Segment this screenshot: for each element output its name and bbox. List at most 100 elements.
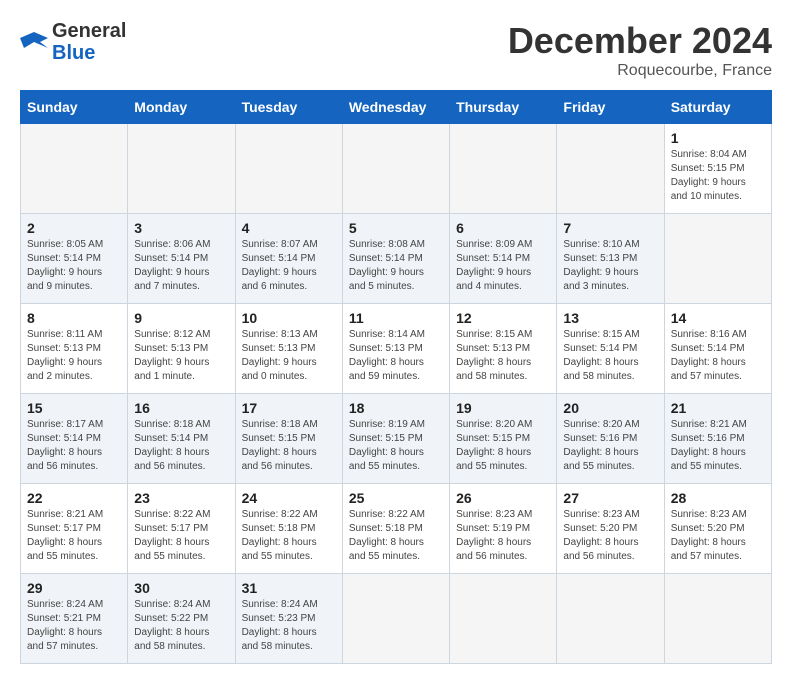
- day-cell: [128, 124, 235, 214]
- day-info: Sunrise: 8:23 AM Sunset: 5:20 PM Dayligh…: [563, 508, 657, 564]
- day-info: Sunrise: 8:04 AM Sunset: 5:15 PM Dayligh…: [671, 148, 765, 204]
- logo-wrap: General Blue: [20, 20, 126, 64]
- day-cell: 25 Sunrise: 8:22 AM Sunset: 5:18 PM Dayl…: [342, 484, 449, 574]
- day-info: Sunrise: 8:22 AM Sunset: 5:18 PM Dayligh…: [349, 508, 443, 564]
- day-cell: 10 Sunrise: 8:13 AM Sunset: 5:13 PM Dayl…: [235, 304, 342, 394]
- header-tuesday: Tuesday: [235, 91, 342, 124]
- location: Roquecourbe, France: [508, 62, 772, 80]
- day-cell: 11 Sunrise: 8:14 AM Sunset: 5:13 PM Dayl…: [342, 304, 449, 394]
- day-number: 21: [671, 400, 765, 416]
- day-number: 3: [134, 220, 228, 236]
- header-thursday: Thursday: [450, 91, 557, 124]
- day-cell: 17 Sunrise: 8:18 AM Sunset: 5:15 PM Dayl…: [235, 394, 342, 484]
- day-info: Sunrise: 8:06 AM Sunset: 5:14 PM Dayligh…: [134, 238, 228, 294]
- day-info: Sunrise: 8:18 AM Sunset: 5:15 PM Dayligh…: [242, 418, 336, 474]
- day-info: Sunrise: 8:09 AM Sunset: 5:14 PM Dayligh…: [456, 238, 550, 294]
- day-cell: 19 Sunrise: 8:20 AM Sunset: 5:15 PM Dayl…: [450, 394, 557, 484]
- header-friday: Friday: [557, 91, 664, 124]
- day-cell: [664, 574, 771, 664]
- day-number: 20: [563, 400, 657, 416]
- day-cell: 15 Sunrise: 8:17 AM Sunset: 5:14 PM Dayl…: [21, 394, 128, 484]
- day-info: Sunrise: 8:11 AM Sunset: 5:13 PM Dayligh…: [27, 328, 121, 384]
- day-number: 17: [242, 400, 336, 416]
- day-info: Sunrise: 8:12 AM Sunset: 5:13 PM Dayligh…: [134, 328, 228, 384]
- week-row-2: 8 Sunrise: 8:11 AM Sunset: 5:13 PM Dayli…: [21, 304, 772, 394]
- day-cell: 31 Sunrise: 8:24 AM Sunset: 5:23 PM Dayl…: [235, 574, 342, 664]
- logo-general-text: General: [52, 20, 126, 42]
- week-row-0: 1 Sunrise: 8:04 AM Sunset: 5:15 PM Dayli…: [21, 124, 772, 214]
- day-cell: 7 Sunrise: 8:10 AM Sunset: 5:13 PM Dayli…: [557, 214, 664, 304]
- day-cell: 8 Sunrise: 8:11 AM Sunset: 5:13 PM Dayli…: [21, 304, 128, 394]
- day-info: Sunrise: 8:24 AM Sunset: 5:23 PM Dayligh…: [242, 598, 336, 654]
- week-row-4: 22 Sunrise: 8:21 AM Sunset: 5:17 PM Dayl…: [21, 484, 772, 574]
- day-number: 11: [349, 310, 443, 326]
- day-number: 9: [134, 310, 228, 326]
- logo-bird-icon: [20, 28, 48, 56]
- day-number: 8: [27, 310, 121, 326]
- day-cell: 16 Sunrise: 8:18 AM Sunset: 5:14 PM Dayl…: [128, 394, 235, 484]
- day-number: 6: [456, 220, 550, 236]
- day-number: 2: [27, 220, 121, 236]
- week-row-1: 2 Sunrise: 8:05 AM Sunset: 5:14 PM Dayli…: [21, 214, 772, 304]
- header-wednesday: Wednesday: [342, 91, 449, 124]
- day-info: Sunrise: 8:05 AM Sunset: 5:14 PM Dayligh…: [27, 238, 121, 294]
- day-number: 31: [242, 580, 336, 596]
- day-info: Sunrise: 8:18 AM Sunset: 5:14 PM Dayligh…: [134, 418, 228, 474]
- day-cell: 13 Sunrise: 8:15 AM Sunset: 5:14 PM Dayl…: [557, 304, 664, 394]
- logo-blue-text: Blue: [52, 42, 126, 64]
- header: General Blue December 2024 Roquecourbe, …: [20, 20, 772, 80]
- day-cell: 20 Sunrise: 8:20 AM Sunset: 5:16 PM Dayl…: [557, 394, 664, 484]
- day-number: 5: [349, 220, 443, 236]
- day-cell: [235, 124, 342, 214]
- day-cell: 26 Sunrise: 8:23 AM Sunset: 5:19 PM Dayl…: [450, 484, 557, 574]
- day-number: 7: [563, 220, 657, 236]
- day-number: 22: [27, 490, 121, 506]
- header-row: SundayMondayTuesdayWednesdayThursdayFrid…: [21, 91, 772, 124]
- day-cell: [450, 124, 557, 214]
- day-number: 14: [671, 310, 765, 326]
- day-info: Sunrise: 8:16 AM Sunset: 5:14 PM Dayligh…: [671, 328, 765, 384]
- day-cell: 29 Sunrise: 8:24 AM Sunset: 5:21 PM Dayl…: [21, 574, 128, 664]
- day-number: 23: [134, 490, 228, 506]
- day-info: Sunrise: 8:24 AM Sunset: 5:21 PM Dayligh…: [27, 598, 121, 654]
- day-cell: 23 Sunrise: 8:22 AM Sunset: 5:17 PM Dayl…: [128, 484, 235, 574]
- day-cell: 30 Sunrise: 8:24 AM Sunset: 5:22 PM Dayl…: [128, 574, 235, 664]
- day-cell: 3 Sunrise: 8:06 AM Sunset: 5:14 PM Dayli…: [128, 214, 235, 304]
- day-number: 29: [27, 580, 121, 596]
- day-number: 18: [349, 400, 443, 416]
- day-number: 15: [27, 400, 121, 416]
- day-info: Sunrise: 8:15 AM Sunset: 5:14 PM Dayligh…: [563, 328, 657, 384]
- day-cell: [664, 214, 771, 304]
- day-info: Sunrise: 8:14 AM Sunset: 5:13 PM Dayligh…: [349, 328, 443, 384]
- day-cell: 4 Sunrise: 8:07 AM Sunset: 5:14 PM Dayli…: [235, 214, 342, 304]
- day-info: Sunrise: 8:17 AM Sunset: 5:14 PM Dayligh…: [27, 418, 121, 474]
- header-saturday: Saturday: [664, 91, 771, 124]
- day-info: Sunrise: 8:23 AM Sunset: 5:19 PM Dayligh…: [456, 508, 550, 564]
- day-cell: 24 Sunrise: 8:22 AM Sunset: 5:18 PM Dayl…: [235, 484, 342, 574]
- day-cell: 1 Sunrise: 8:04 AM Sunset: 5:15 PM Dayli…: [664, 124, 771, 214]
- day-cell: 18 Sunrise: 8:19 AM Sunset: 5:15 PM Dayl…: [342, 394, 449, 484]
- day-info: Sunrise: 8:21 AM Sunset: 5:16 PM Dayligh…: [671, 418, 765, 474]
- day-cell: 21 Sunrise: 8:21 AM Sunset: 5:16 PM Dayl…: [664, 394, 771, 484]
- day-number: 19: [456, 400, 550, 416]
- day-info: Sunrise: 8:10 AM Sunset: 5:13 PM Dayligh…: [563, 238, 657, 294]
- day-info: Sunrise: 8:22 AM Sunset: 5:17 PM Dayligh…: [134, 508, 228, 564]
- header-sunday: Sunday: [21, 91, 128, 124]
- day-info: Sunrise: 8:24 AM Sunset: 5:22 PM Dayligh…: [134, 598, 228, 654]
- day-cell: [21, 124, 128, 214]
- day-cell: 9 Sunrise: 8:12 AM Sunset: 5:13 PM Dayli…: [128, 304, 235, 394]
- day-number: 1: [671, 130, 765, 146]
- title-block: December 2024 Roquecourbe, France: [508, 20, 772, 80]
- day-number: 27: [563, 490, 657, 506]
- day-info: Sunrise: 8:13 AM Sunset: 5:13 PM Dayligh…: [242, 328, 336, 384]
- day-info: Sunrise: 8:20 AM Sunset: 5:16 PM Dayligh…: [563, 418, 657, 474]
- day-info: Sunrise: 8:22 AM Sunset: 5:18 PM Dayligh…: [242, 508, 336, 564]
- day-info: Sunrise: 8:07 AM Sunset: 5:14 PM Dayligh…: [242, 238, 336, 294]
- day-number: 10: [242, 310, 336, 326]
- day-cell: 2 Sunrise: 8:05 AM Sunset: 5:14 PM Dayli…: [21, 214, 128, 304]
- day-cell: 14 Sunrise: 8:16 AM Sunset: 5:14 PM Dayl…: [664, 304, 771, 394]
- day-cell: 28 Sunrise: 8:23 AM Sunset: 5:20 PM Dayl…: [664, 484, 771, 574]
- day-number: 13: [563, 310, 657, 326]
- header-monday: Monday: [128, 91, 235, 124]
- week-row-3: 15 Sunrise: 8:17 AM Sunset: 5:14 PM Dayl…: [21, 394, 772, 484]
